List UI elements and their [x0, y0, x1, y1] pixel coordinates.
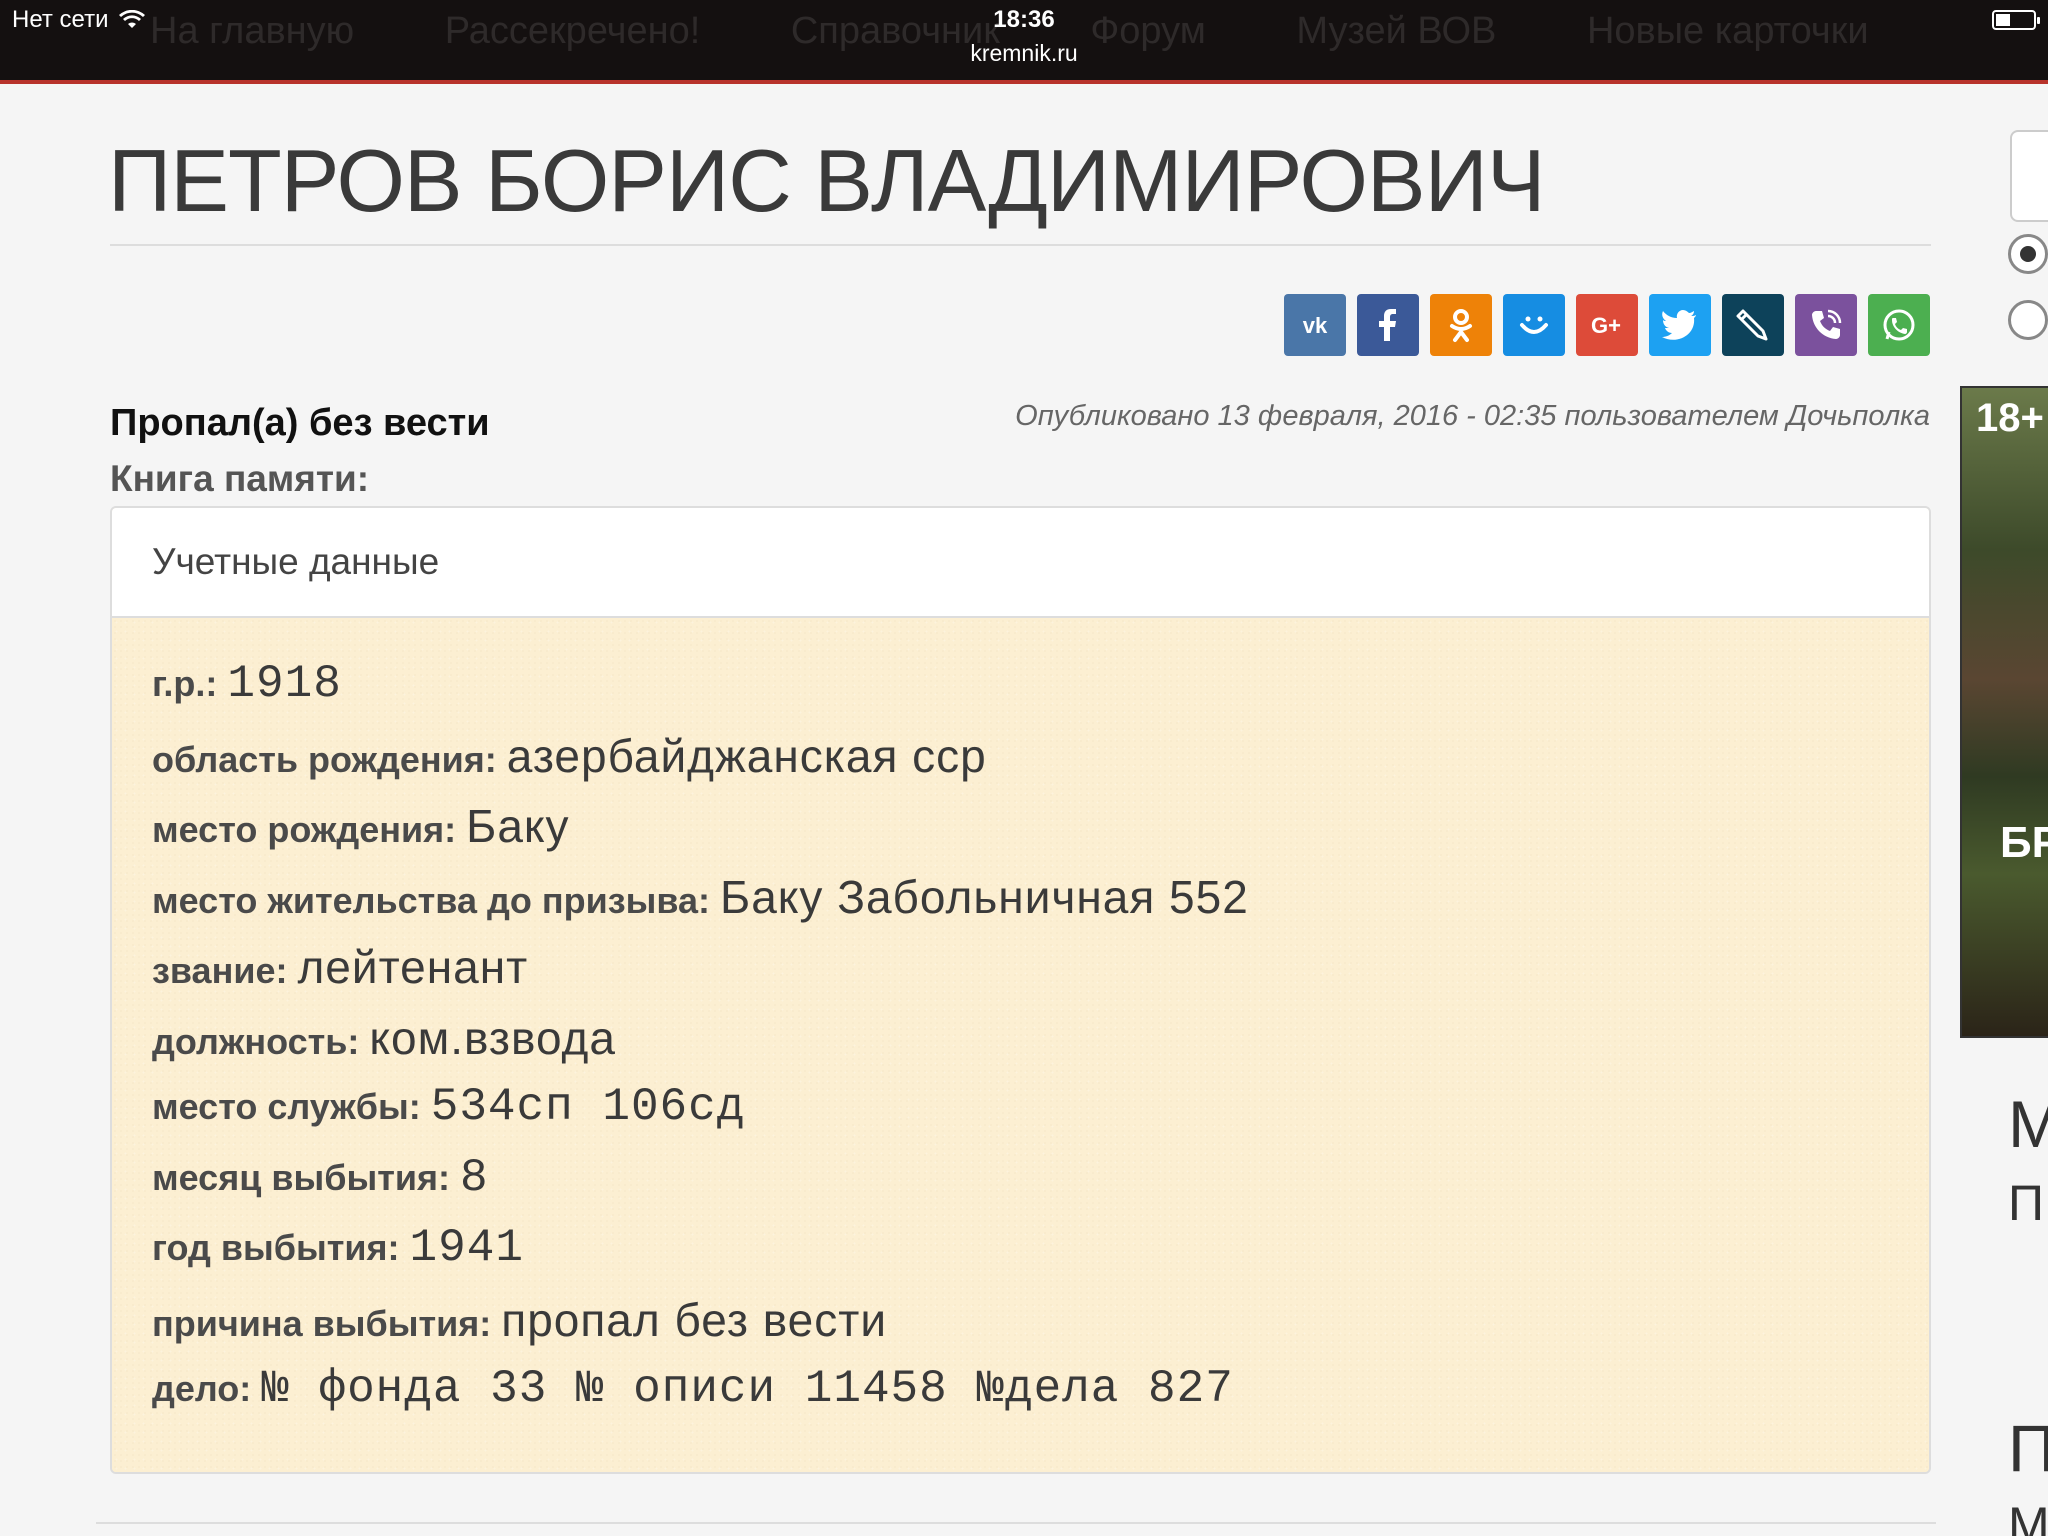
- share-odnoklassniki-button[interactable]: [1430, 294, 1492, 356]
- clock: 18:36: [993, 6, 1055, 33]
- share-twitter-button[interactable]: [1649, 294, 1711, 356]
- field-birth-year: г.р.: 1918: [152, 658, 1889, 729]
- field-label: звание:: [152, 950, 288, 991]
- facebook-icon: [1379, 309, 1396, 341]
- field-value: пропал без вести: [501, 1293, 888, 1346]
- field-service-place: место службы: 534сп 106сд: [152, 1081, 1889, 1152]
- viber-icon: [1812, 309, 1842, 339]
- sidebar-search-input[interactable]: [2010, 130, 2048, 222]
- header-accent-line: [0, 80, 2048, 84]
- field-birth-region: область рождения: азербайджанская сср: [152, 729, 1889, 800]
- svg-text:G+: G+: [1591, 313, 1621, 338]
- sidebar-radio-option[interactable]: [2008, 234, 2048, 274]
- page-title: ПЕТРОВ БОРИС ВЛАДИМИРОВИЧ: [108, 131, 1545, 230]
- share-buttons: vk G+: [1284, 294, 1930, 356]
- field-departure-month: месяц выбытия: 8: [152, 1152, 1889, 1223]
- field-residence: место жительства до призыва: Баку Заболь…: [152, 870, 1889, 941]
- field-label: г.р.:: [152, 663, 218, 704]
- field-value: азербайджанская сср: [506, 729, 987, 782]
- svg-text:vk: vk: [1303, 313, 1328, 338]
- ad-age-rating: 18+: [1976, 396, 2044, 440]
- memory-book-label: Книга памяти:: [110, 458, 370, 499]
- field-departure-reason: причина выбытия: пропал без вести: [152, 1293, 1889, 1364]
- sidebar-text-fragment: М: [2008, 1497, 2048, 1536]
- field-value: 1918: [227, 658, 342, 710]
- livejournal-icon: [1736, 309, 1768, 341]
- share-vk-button[interactable]: vk: [1284, 294, 1346, 356]
- field-label: месяц выбытия:: [152, 1156, 450, 1198]
- share-livejournal-button[interactable]: [1722, 294, 1784, 356]
- field-value: ком.взвода: [369, 1011, 616, 1064]
- whatsapp-icon: [1883, 309, 1915, 341]
- record-card: г.р.: 1918 область рождения: азербайджан…: [112, 618, 1929, 1472]
- field-value: 8: [459, 1151, 489, 1204]
- field-departure-year: год выбытия: 1941: [152, 1222, 1889, 1293]
- person-status: Пропал(а) без вести: [110, 402, 490, 444]
- sidebar-ad-banner[interactable]: 18+ БР: [1960, 386, 2048, 1038]
- google-plus-icon: G+: [1591, 313, 1621, 338]
- share-moimir-button[interactable]: [1503, 294, 1565, 356]
- url-bar[interactable]: kremnik.ru: [0, 40, 2048, 67]
- field-label: место рождения:: [152, 809, 457, 850]
- field-label: место жительства до призыва:: [152, 879, 710, 921]
- sidebar-radio-option[interactable]: [2008, 300, 2048, 340]
- panel-heading: Учетные данные: [112, 508, 1929, 618]
- share-whatsapp-button[interactable]: [1868, 294, 1930, 356]
- content-divider: [96, 1522, 1936, 1524]
- title-divider: [110, 244, 1931, 246]
- vk-icon: vk: [1303, 313, 1328, 338]
- field-label: год выбытия:: [152, 1227, 400, 1268]
- sidebar-heading-fragment: М: [2008, 1087, 2048, 1161]
- published-meta: Опубликовано 13 февраля, 2016 - 02:35 по…: [1015, 400, 1930, 432]
- battery-icon: [1992, 10, 2040, 30]
- field-label: должность:: [152, 1020, 360, 1062]
- field-value: Баку Забольничная 552: [720, 870, 1249, 923]
- field-label: место службы:: [152, 1086, 421, 1127]
- field-position: должность: ком.взвода: [152, 1011, 1889, 1082]
- sidebar-heading-fragment: П: [2008, 1411, 2048, 1485]
- field-label: причина выбытия:: [152, 1302, 492, 1344]
- field-value: 1941: [409, 1222, 524, 1274]
- field-rank: звание: лейтенант: [152, 940, 1889, 1011]
- twitter-icon: [1662, 310, 1696, 340]
- share-viber-button[interactable]: [1795, 294, 1857, 356]
- field-case: дело: № фонда 33 № описи 11458 №дела 827: [152, 1363, 1889, 1434]
- ios-status-bar: На главную Рассекречено! Справочник Фору…: [0, 0, 2048, 80]
- share-facebook-button[interactable]: [1357, 294, 1419, 356]
- field-value: № фонда 33 № описи 11458 №дела 827: [261, 1363, 1234, 1415]
- ad-text: БР: [2000, 818, 2048, 867]
- record-panel: Учетные данные г.р.: 1918 область рожден…: [110, 506, 1931, 1474]
- share-googleplus-button[interactable]: G+: [1576, 294, 1638, 356]
- moimir-icon: [1520, 316, 1548, 334]
- field-value: лейтенант: [297, 941, 529, 993]
- field-label: область рождения:: [152, 738, 497, 780]
- sidebar-text-fragment: П: [2008, 1175, 2044, 1231]
- odnoklassniki-icon: [1450, 309, 1472, 342]
- field-label: дело:: [152, 1368, 252, 1409]
- field-value: Баку: [466, 800, 570, 852]
- field-value: 534сп 106сд: [430, 1081, 746, 1133]
- field-birth-place: место рождения: Баку: [152, 799, 1889, 870]
